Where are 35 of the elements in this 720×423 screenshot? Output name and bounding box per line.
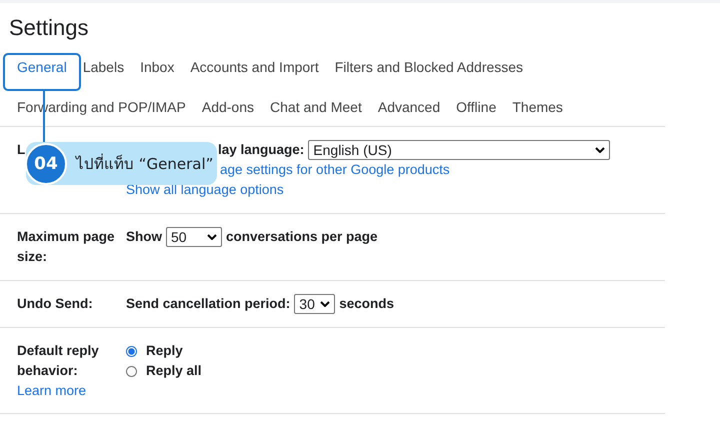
language-settings-link[interactable]: age settings for other Google products [220,160,665,180]
setting-label: Default reply behavior: [17,342,100,380]
language-options-link[interactable]: Show all language options [126,180,665,200]
settings-tab[interactable]: Labels [82,58,124,76]
settings-tab[interactable]: Advanced [378,98,440,116]
settings-tab[interactable]: Themes [512,98,563,116]
language-select[interactable]: English (US) [308,140,610,160]
setting-label: lay language: [218,141,304,159]
radio-option[interactable]: Reply [126,341,665,361]
caret-icon [320,301,330,307]
setting-text: seconds [339,295,394,313]
settings-tab[interactable]: Accounts and Import [190,58,319,76]
page-size-select[interactable]: 50 [166,227,222,247]
radio-button[interactable] [126,366,137,376]
caret-icon [595,147,606,153]
setting-text: conversations per page [226,228,378,246]
radio-option[interactable]: Reply all [126,361,665,381]
settings-tab[interactable]: Offline [456,98,496,116]
settings-tab[interactable]: Add-ons [202,98,254,116]
setting-label: Maximum page size: [17,229,115,264]
learn-more-link[interactable]: Learn more [17,381,122,401]
caret-icon [207,234,217,240]
page-title: Settings [8,14,90,42]
setting-text: Send cancellation period: [126,295,290,313]
settings-tab[interactable]: Inbox [140,58,174,76]
radio-button[interactable] [126,346,137,356]
setting-label: L [17,142,26,157]
callout-text: ไปที่แท็บ “General” [76,152,214,174]
settings-tab[interactable]: Chat and Meet [270,98,362,116]
setting-label: Undo Send: [17,296,93,311]
settings-tab[interactable]: Filters and Blocked Addresses [334,58,524,76]
setting-text: Show [126,228,162,246]
period-select[interactable]: 30 [294,294,336,314]
settings-tab[interactable]: General [17,58,67,76]
step-badge: 04 [25,142,67,184]
